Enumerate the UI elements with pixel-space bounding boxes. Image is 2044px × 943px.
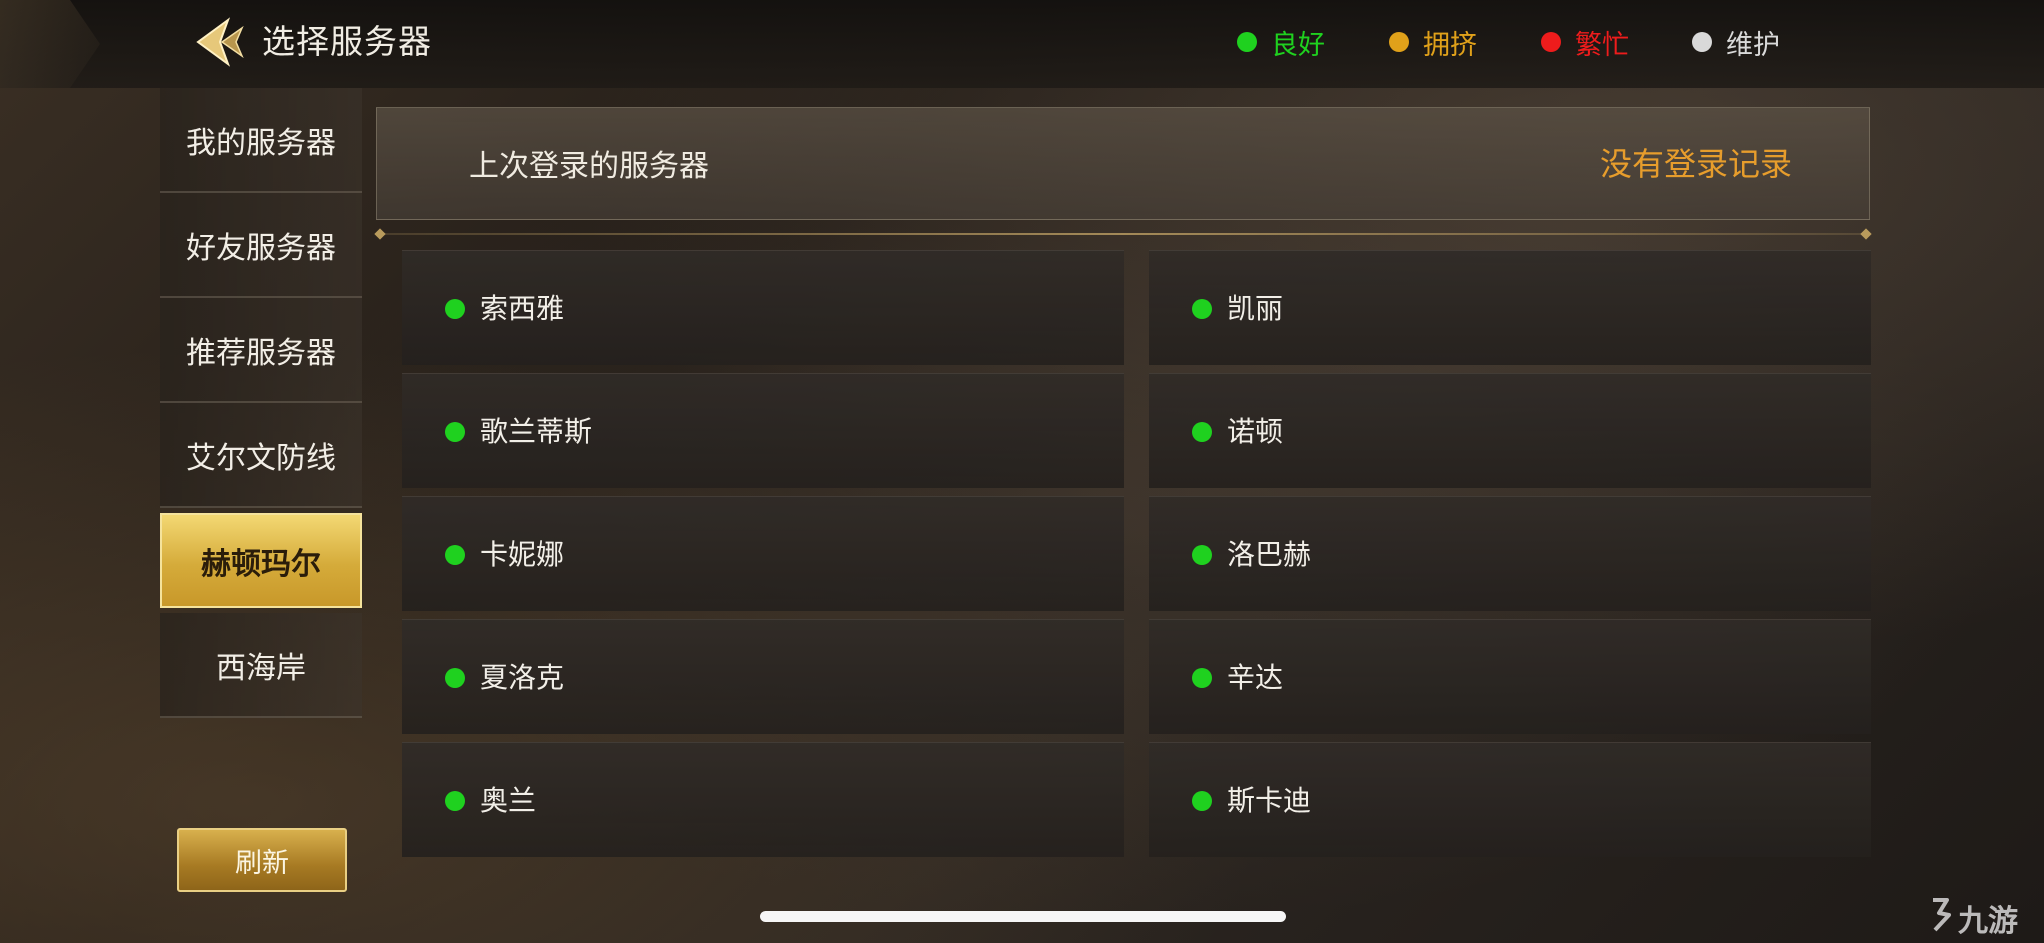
server-name: 凯丽	[1227, 292, 1284, 325]
divider	[376, 233, 1870, 235]
server-item[interactable]: 斯卡迪	[1149, 742, 1871, 857]
sidebar-item-label: 推荐服务器	[186, 335, 336, 371]
server-item[interactable]: 辛达	[1149, 619, 1871, 734]
sidebar-item-hendon-myre[interactable]: 赫顿玛尔	[160, 513, 362, 608]
back-arrow-icon[interactable]	[188, 14, 246, 70]
server-name: 辛达	[1227, 661, 1284, 694]
server-item[interactable]: 夏洛克	[402, 619, 1124, 734]
server-item[interactable]: 洛巴赫	[1149, 496, 1871, 611]
refresh-button-label: 刷新	[235, 847, 289, 879]
server-item[interactable]: 奥兰	[402, 742, 1124, 857]
watermark-logo-icon	[1933, 898, 1951, 932]
sidebar-item-label: 赫顿玛尔	[201, 546, 321, 582]
sidebar-item-elvin-defense[interactable]: 艾尔文防线	[160, 403, 362, 508]
server-item[interactable]: 歌兰蒂斯	[402, 373, 1124, 488]
status-good-dot-icon	[1192, 299, 1212, 319]
legend-busy: 繁忙	[1541, 20, 1629, 64]
last-login-panel: 上次登录的服务器 没有登录记录	[376, 107, 1870, 220]
server-item[interactable]: 卡妮娜	[402, 496, 1124, 611]
sidebar-item-label: 我的服务器	[186, 125, 336, 161]
sidebar-item-label: 好友服务器	[186, 230, 336, 266]
server-name: 洛巴赫	[1227, 538, 1312, 571]
server-item[interactable]: 凯丽	[1149, 250, 1871, 365]
server-name: 奥兰	[480, 784, 537, 817]
server-name: 夏洛克	[480, 661, 565, 694]
status-good-dot-icon	[445, 545, 465, 565]
top-bar: 选择服务器 良好 拥挤 繁忙 维护	[0, 0, 2044, 88]
status-good-dot-icon	[1192, 422, 1212, 442]
legend-maintenance: 维护	[1692, 20, 1780, 64]
legend-busy-label: 繁忙	[1575, 29, 1629, 61]
status-good-dot-icon	[445, 668, 465, 688]
server-item[interactable]: 索西雅	[402, 250, 1124, 365]
page-title: 选择服务器	[262, 22, 432, 61]
status-good-dot-icon	[1192, 791, 1212, 811]
status-good-dot-icon	[445, 422, 465, 442]
server-name: 诺顿	[1227, 415, 1284, 448]
status-good-dot-icon	[445, 791, 465, 811]
server-name: 索西雅	[480, 292, 565, 325]
status-good-dot-icon	[1192, 545, 1212, 565]
status-maintenance-dot-icon	[1692, 32, 1712, 52]
corner-decoration	[0, 0, 100, 88]
legend-good-label: 良好	[1271, 29, 1325, 61]
legend-crowded: 拥挤	[1389, 20, 1477, 64]
refresh-button[interactable]: 刷新	[177, 828, 347, 892]
server-name: 卡妮娜	[480, 538, 565, 571]
last-login-value: 没有登录记录	[1599, 145, 1792, 183]
sidebar-item-west-coast[interactable]: 西海岸	[160, 613, 362, 718]
status-good-dot-icon	[1237, 32, 1257, 52]
server-name: 歌兰蒂斯	[480, 415, 593, 448]
legend-maintenance-label: 维护	[1726, 29, 1780, 61]
sidebar-item-recommended-servers[interactable]: 推荐服务器	[160, 298, 362, 403]
region-sidebar: 我的服务器 好友服务器 推荐服务器 艾尔文防线 赫顿玛尔 西海岸	[160, 88, 362, 720]
sidebar-item-label: 西海岸	[216, 650, 306, 686]
status-busy-dot-icon	[1541, 32, 1561, 52]
watermark: 九游	[1958, 904, 2018, 939]
legend-good: 良好	[1237, 20, 1325, 64]
status-crowded-dot-icon	[1389, 32, 1409, 52]
status-good-dot-icon	[445, 299, 465, 319]
sidebar-item-friend-servers[interactable]: 好友服务器	[160, 193, 362, 298]
server-name: 斯卡迪	[1227, 784, 1312, 817]
sidebar-item-my-servers[interactable]: 我的服务器	[160, 88, 362, 193]
legend-crowded-label: 拥挤	[1423, 29, 1477, 61]
last-login-label: 上次登录的服务器	[469, 149, 709, 184]
status-good-dot-icon	[1192, 668, 1212, 688]
home-indicator[interactable]	[760, 911, 1286, 922]
sidebar-item-label: 艾尔文防线	[186, 440, 336, 476]
server-item[interactable]: 诺顿	[1149, 373, 1871, 488]
